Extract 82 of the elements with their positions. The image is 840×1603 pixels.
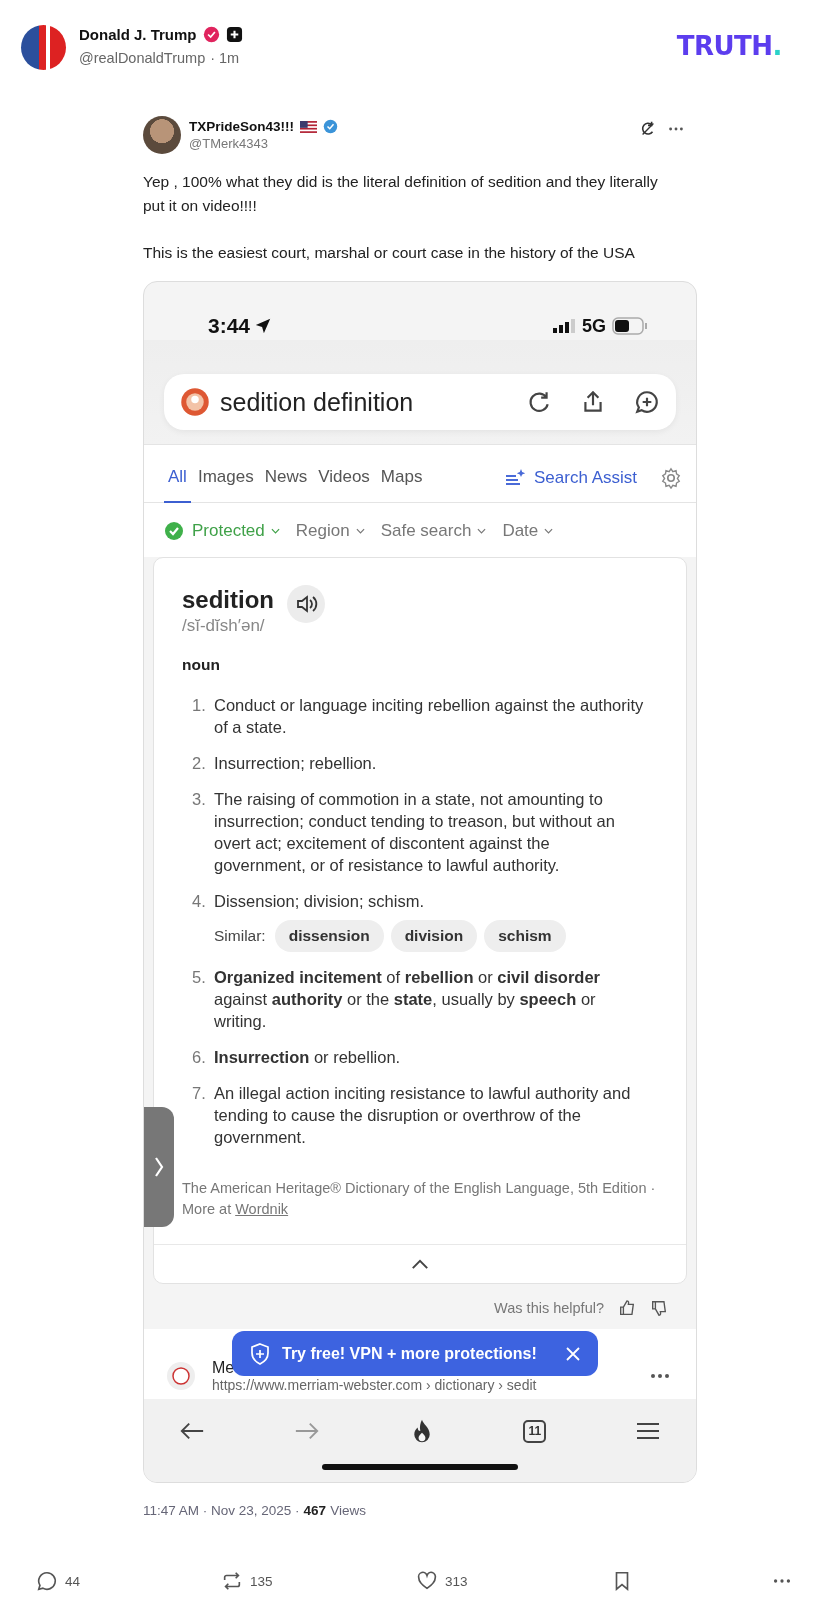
author-name[interactable]: TXPrideSon43!!!: [189, 119, 294, 134]
signal-icon: [553, 319, 575, 333]
battery-icon: [612, 317, 648, 335]
avatar[interactable]: [143, 116, 181, 154]
definition-text: Insurrection; rebellion.: [214, 754, 377, 772]
collapse-chevron-icon[interactable]: [411, 1258, 429, 1270]
search-tab[interactable]: News: [260, 466, 312, 504]
status-time: 3:44: [208, 314, 251, 338]
author-name[interactable]: Donald J. Trump: [79, 26, 197, 43]
comment-icon[interactable]: [36, 1570, 58, 1592]
pronunciation: /sĭ-dĭsh′ən/: [182, 616, 266, 636]
author-handle[interactable]: @TMerk4343: [189, 136, 338, 151]
side-panel-handle[interactable]: [144, 1107, 174, 1227]
chat-icon[interactable]: [634, 389, 660, 415]
location-arrow-icon: [254, 317, 273, 335]
caret-icon: [477, 528, 487, 534]
search-field[interactable]: sedition definition: [164, 374, 676, 430]
action-count: 135: [250, 1573, 273, 1589]
thumbs-up-icon[interactable]: [618, 1299, 636, 1317]
definition-number: 7.: [192, 1083, 206, 1104]
sparkle-list-icon: [504, 467, 526, 488]
definition-text: Organized incitement of rebellion or civil disorder against authority or the state, usually by speech or writing.: [214, 968, 601, 1030]
post-text: Yep , 100% what they did is the literal definition of sedition and they literally put it on video!!!!: [143, 172, 659, 216]
definition-number: 1.: [192, 695, 206, 716]
vpn-promo-toast[interactable]: Try free! VPN + more protections!: [232, 1331, 598, 1376]
definition-number: 6.: [192, 1047, 206, 1068]
post-time: · 1m: [210, 50, 240, 66]
check-circle-icon: [164, 521, 184, 541]
definition-text: Insurrection or rebellion.: [214, 1048, 401, 1066]
search-tab[interactable]: Maps: [376, 466, 427, 504]
search-tab[interactable]: Images: [193, 466, 258, 504]
definition-text: An illegal action inciting resistance to lawful authority and tending to cause the disruption or overthrow of the government.: [214, 1084, 631, 1146]
close-icon[interactable]: [566, 1346, 580, 1361]
filter-dropdown[interactable]: Region: [295, 521, 365, 541]
caret-icon: [270, 528, 280, 534]
duck-logo-icon: [180, 387, 210, 417]
definition-text: Dissension; division; schism.: [214, 892, 424, 910]
search-tab[interactable]: Videos: [314, 466, 374, 504]
action-count: 313: [445, 1573, 468, 1589]
definition-text: Conduct or language inciting rebellion against the authority of a state.: [214, 696, 644, 736]
search-assist-link[interactable]: Search Assist: [534, 467, 637, 488]
filter-dropdown[interactable]: Safe search: [380, 521, 487, 541]
more-icon[interactable]: [650, 1373, 670, 1379]
part-of-speech: noun: [182, 656, 221, 674]
action-count: 44: [65, 1573, 81, 1589]
flag-icon: [300, 120, 317, 133]
definition-number: 2.: [192, 753, 206, 774]
view-count: 467: [303, 1503, 327, 1518]
filter-dropdown[interactable]: Date: [502, 521, 554, 541]
helpful-prompt: Was this helpful?: [494, 1300, 604, 1316]
definition-text: The raising of commotion in a state, not amounting to insurrection; conduct tending to treason, but without an overt act; excitement of discontent against the government, or of resistance to lawful authority.: [214, 790, 615, 874]
synonym-chip[interactable]: schism: [484, 920, 566, 952]
speaker-icon[interactable]: [286, 584, 326, 624]
post-text: This is the easiest court, marshal or court case in the history of the USA: [143, 243, 636, 263]
author-handle[interactable]: @realDonaldTrump: [79, 50, 206, 66]
thumbs-down-icon[interactable]: [650, 1299, 668, 1317]
definition-number: 3.: [192, 789, 206, 810]
similar-label: Similar:: [214, 927, 266, 945]
shield-plus-icon: [250, 1342, 270, 1365]
truth-logo[interactable]: TRUTH: [676, 31, 773, 61]
avatar[interactable]: [21, 25, 66, 70]
tab-count-button[interactable]: 11: [523, 1419, 547, 1443]
plus-badge-icon: [225, 25, 243, 43]
synonym-chip[interactable]: division: [390, 920, 478, 952]
post-timestamp: 11:47 AM · Nov 23, 2025 ·: [143, 1503, 300, 1518]
definition-number: 5.: [192, 967, 206, 988]
network-label: 5G: [582, 315, 606, 337]
heart-icon[interactable]: [416, 1570, 438, 1592]
repost-icon[interactable]: [221, 1570, 243, 1592]
reload-icon[interactable]: [526, 389, 552, 415]
synonym-chip[interactable]: dissension: [274, 920, 384, 952]
site-logo-icon: [166, 1361, 196, 1391]
source-credit: The American Heritage® Dictionary of the English Language, 5th Edition · More at Wordnik: [182, 1179, 657, 1219]
wordnik-link[interactable]: Wordnik: [235, 1201, 289, 1217]
caret-icon: [544, 528, 554, 534]
caret-icon: [355, 528, 365, 534]
logo-dot: .: [772, 31, 782, 61]
views-label: Views: [330, 1503, 366, 1518]
definition-number: 4.: [192, 891, 206, 912]
result-url: https://www.merriam-webster.com › dictionary › sedit: [212, 1377, 538, 1393]
settings-icon[interactable]: [660, 466, 682, 489]
headword: sedition: [182, 586, 274, 614]
